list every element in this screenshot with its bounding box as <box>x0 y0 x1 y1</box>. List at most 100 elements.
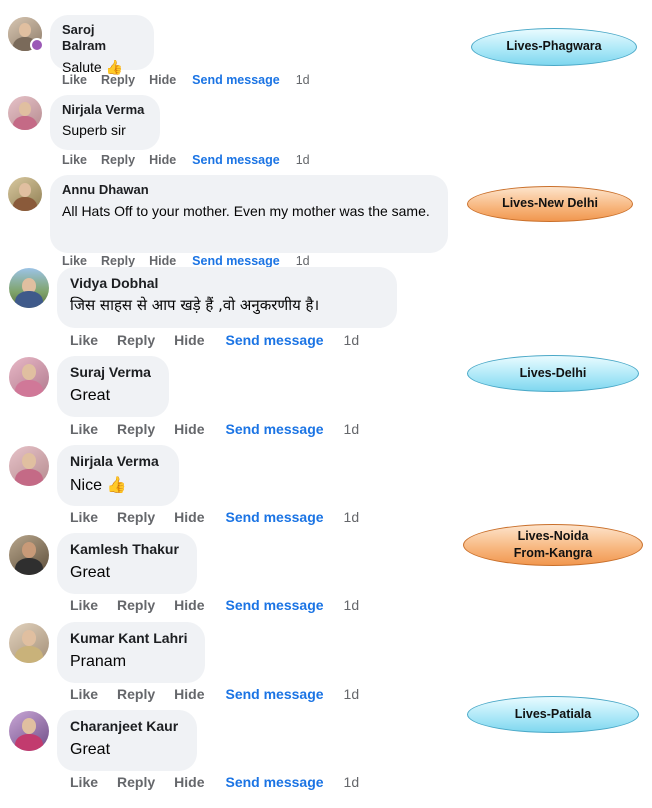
timestamp[interactable]: 1d <box>344 509 360 525</box>
comment-bubble: Vidya Dobhal जिस साहस से आप खड़े हैं ,वो… <box>57 267 397 328</box>
avatar[interactable] <box>8 96 42 130</box>
comment-actions: Like Reply Hide Send message 1d <box>70 509 359 525</box>
comment-bubble: Charanjeet Kaur Great <box>57 710 197 771</box>
avatar[interactable] <box>9 535 49 575</box>
online-badge <box>30 38 44 52</box>
location-tag: Lives-Patiala <box>467 696 639 733</box>
like-link[interactable]: Like <box>70 686 98 702</box>
commenter-name[interactable]: Suraj Verma <box>70 364 156 382</box>
avatar[interactable] <box>9 357 49 397</box>
comment-actions: Like Reply Hide Send message 1d <box>62 73 310 87</box>
timestamp[interactable]: 1d <box>344 774 360 790</box>
avatar[interactable] <box>9 711 49 751</box>
commenter-name[interactable]: Charanjeet Kaur <box>70 718 184 736</box>
timestamp[interactable]: 1d <box>344 597 360 613</box>
avatar[interactable] <box>9 446 49 486</box>
send-message-link[interactable]: Send message <box>225 686 323 702</box>
reply-link[interactable]: Reply <box>117 597 155 613</box>
hide-link[interactable]: Hide <box>174 686 204 702</box>
hide-link[interactable]: Hide <box>174 421 204 437</box>
comment-text: जिस साहस से आप खड़े हैं ,वो अनुकरणीय है। <box>70 295 320 314</box>
comment-actions: Like Reply Hide Send message 1d <box>70 774 359 790</box>
location-tag-label: Lives-Patiala <box>514 706 592 721</box>
comment-bubble: Kumar Kant Lahri Pranam <box>57 622 205 683</box>
comment-text: Pranam <box>70 652 127 670</box>
send-message-link[interactable]: Send message <box>225 597 323 613</box>
like-link[interactable]: Like <box>70 509 98 525</box>
like-link[interactable]: Like <box>70 597 98 613</box>
location-tag-label: From-Kangra <box>513 546 593 560</box>
hide-link[interactable]: Hide <box>149 254 176 268</box>
send-message-link[interactable]: Send message <box>225 509 323 525</box>
timestamp[interactable]: 1d <box>344 332 360 348</box>
reply-link[interactable]: Reply <box>117 774 155 790</box>
send-message-link[interactable]: Send message <box>225 421 323 437</box>
comment-bubble: Suraj Verma Great <box>57 356 169 417</box>
comment-text: All Hats Off to your mother. Even my mot… <box>62 203 430 220</box>
send-message-link[interactable]: Send message <box>192 73 280 87</box>
send-message-link[interactable]: Send message <box>225 774 323 790</box>
comment-actions: Like Reply Hide Send message 1d <box>62 153 310 167</box>
like-link[interactable]: Like <box>70 421 98 437</box>
comment-bubble: Nirjala Verma Superb sir <box>50 95 160 150</box>
comment-bubble: Saroj Balram Salute 👍 <box>50 15 154 76</box>
like-link[interactable]: Like <box>62 73 87 87</box>
hide-link[interactable]: Hide <box>174 509 204 525</box>
comment-actions: Like Reply Hide Send message 1d <box>62 254 310 268</box>
send-message-link[interactable]: Send message <box>225 332 323 348</box>
send-message-link[interactable]: Send message <box>192 254 280 268</box>
location-tag: Lives-Phagwara <box>471 28 637 66</box>
reply-link[interactable]: Reply <box>101 254 135 268</box>
commenter-name[interactable]: Nirjala Verma <box>62 102 148 118</box>
comment-actions: Like Reply Hide Send message 1d <box>70 421 359 437</box>
avatar[interactable] <box>9 623 49 663</box>
send-message-link[interactable]: Send message <box>192 153 280 167</box>
hide-link[interactable]: Hide <box>149 153 176 167</box>
comment-bubble: Kamlesh Thakur Great <box>57 533 197 594</box>
comment-actions: Like Reply Hide Send message 1d <box>70 597 359 613</box>
timestamp[interactable]: 1d <box>296 254 310 268</box>
avatar[interactable] <box>8 177 42 211</box>
like-link[interactable]: Like <box>62 254 87 268</box>
commenter-name[interactable]: Annu Dhawan <box>62 182 436 198</box>
like-link[interactable]: Like <box>70 332 98 348</box>
hide-link[interactable]: Hide <box>174 597 204 613</box>
reply-link[interactable]: Reply <box>117 421 155 437</box>
comment-actions: Like Reply Hide Send message 1d <box>70 686 359 702</box>
location-tag: Lives-New Delhi <box>467 186 633 222</box>
location-tag: Lives-Delhi <box>467 355 639 392</box>
location-tag-label: Lives-Noida <box>517 528 589 543</box>
commenter-name[interactable]: Kamlesh Thakur <box>70 541 184 559</box>
reply-link[interactable]: Reply <box>117 686 155 702</box>
comment-actions: Like Reply Hide Send message 1d <box>70 332 359 348</box>
timestamp[interactable]: 1d <box>344 686 360 702</box>
commenter-name[interactable]: Nirjala Verma <box>70 453 166 471</box>
timestamp[interactable]: 1d <box>296 153 310 167</box>
avatar[interactable] <box>8 17 44 52</box>
commenter-name[interactable]: Kumar Kant Lahri <box>70 630 192 648</box>
location-tag: Lives-Noida From-Kangra <box>463 524 643 566</box>
commenter-name[interactable]: Saroj Balram <box>62 22 142 55</box>
comment-text: Great <box>70 386 111 404</box>
comment-text: Nice <box>70 476 103 494</box>
reply-link[interactable]: Reply <box>101 153 135 167</box>
timestamp[interactable]: 1d <box>344 421 360 437</box>
comment-text: Great <box>70 563 111 581</box>
comment-bubble: Nirjala Verma Nice 👍 <box>57 445 179 506</box>
hide-link[interactable]: Hide <box>174 332 204 348</box>
avatar[interactable] <box>9 268 49 308</box>
thumbs-up-emoji: 👍 <box>106 474 127 494</box>
location-tag-label: Lives-Delhi <box>519 365 587 380</box>
reply-link[interactable]: Reply <box>117 509 155 525</box>
like-link[interactable]: Like <box>62 153 87 167</box>
hide-link[interactable]: Hide <box>174 774 204 790</box>
reply-link[interactable]: Reply <box>117 332 155 348</box>
location-tag-label: Lives-Phagwara <box>506 39 602 54</box>
timestamp[interactable]: 1d <box>296 73 310 87</box>
location-tag-label: Lives-New Delhi <box>502 196 598 211</box>
like-link[interactable]: Like <box>70 774 98 790</box>
hide-link[interactable]: Hide <box>149 73 176 87</box>
commenter-name[interactable]: Vidya Dobhal <box>70 275 384 293</box>
reply-link[interactable]: Reply <box>101 73 135 87</box>
comment-text: Superb sir <box>62 122 126 139</box>
